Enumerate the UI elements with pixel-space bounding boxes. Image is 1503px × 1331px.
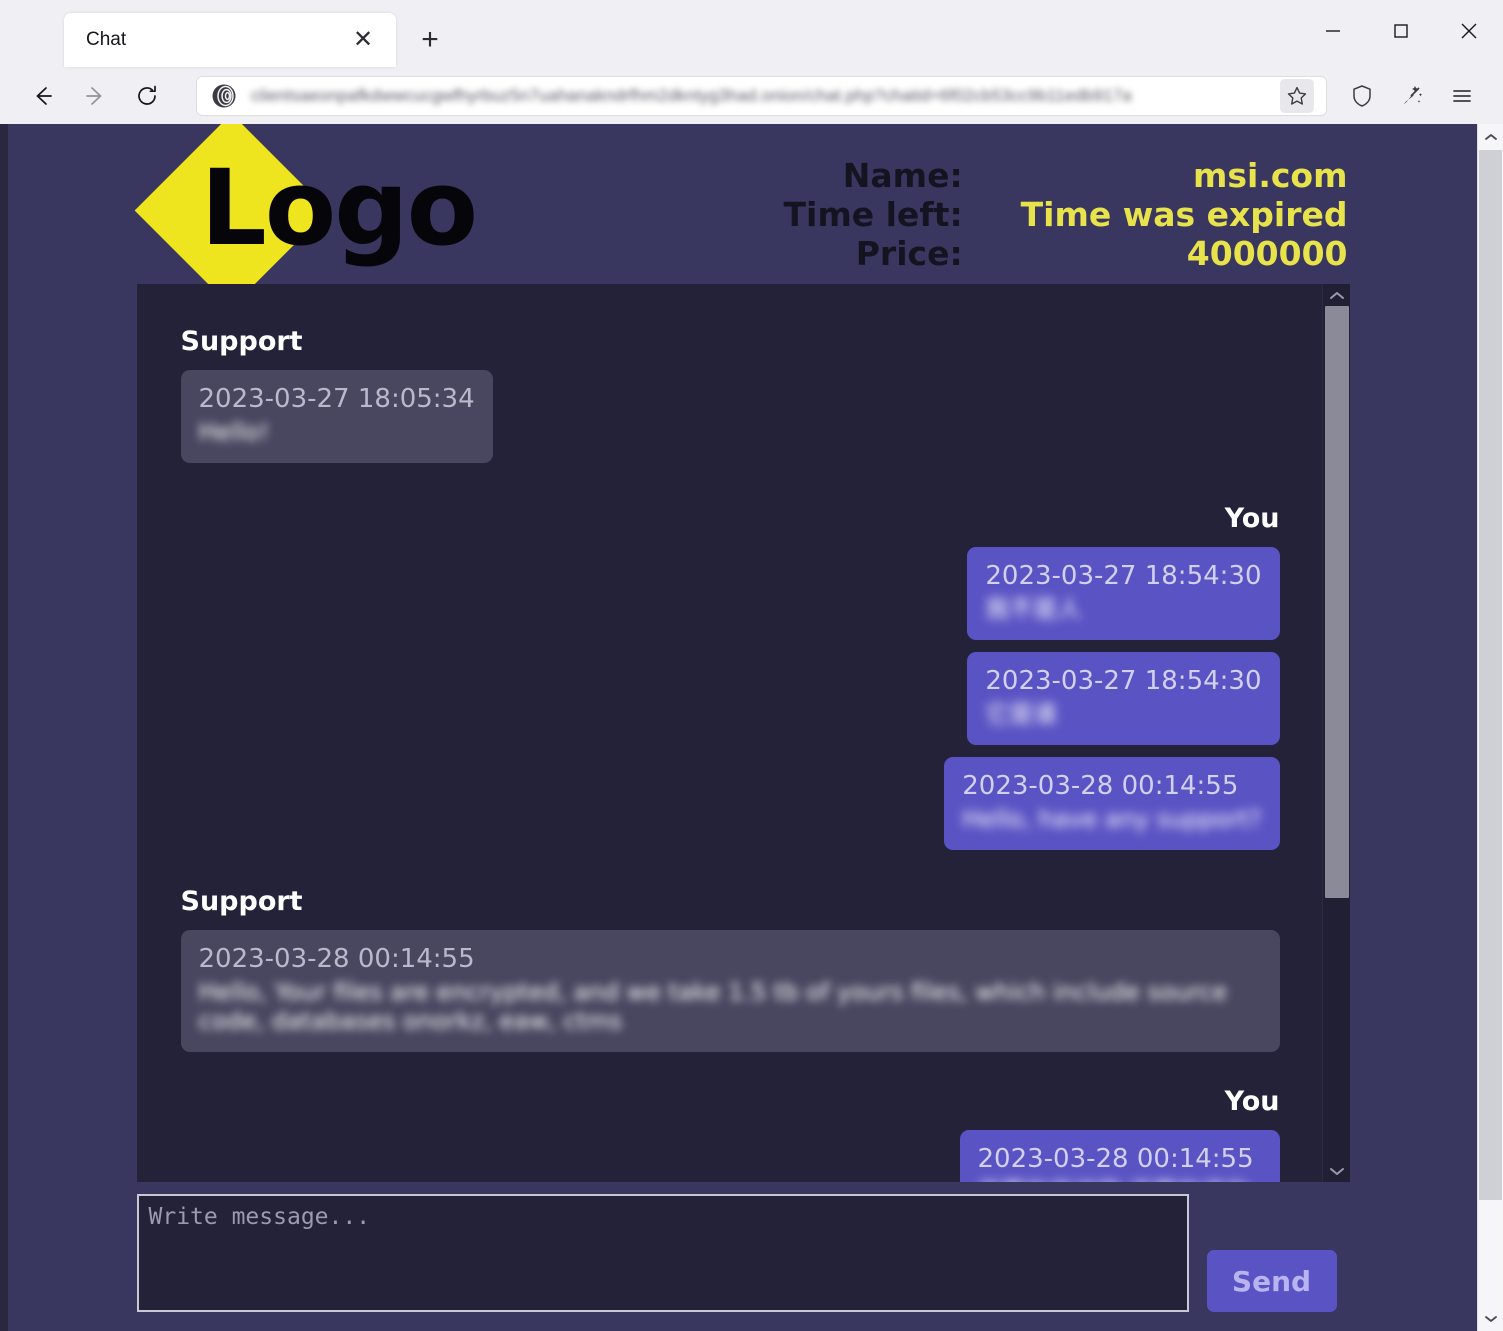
message-sender: Support xyxy=(180,326,303,357)
label-time-left: Time left: xyxy=(783,195,963,234)
back-button[interactable] xyxy=(22,75,64,117)
shield-icon[interactable] xyxy=(1339,74,1385,118)
value-time-left: Time was expired xyxy=(1020,195,1348,234)
message-timestamp: 2023-03-27 18:54:30 xyxy=(985,561,1262,591)
value-name: msi.com xyxy=(1193,156,1348,195)
message-sender: You xyxy=(1224,503,1280,534)
message-row: 2023-03-28 00:14:55 Hello, have any supp… xyxy=(181,757,1280,850)
page-scroll-down-icon[interactable] xyxy=(1478,1306,1503,1331)
close-window-icon[interactable] xyxy=(1435,0,1503,62)
forward-button[interactable] xyxy=(74,75,116,117)
value-price: 4000000 xyxy=(1186,234,1348,273)
window-controls xyxy=(1299,0,1503,62)
page-viewport: Logo Name: Time left: Price: msi.com Tim… xyxy=(0,124,1503,1331)
chat-box: Support 2023-03-27 18:05:34 Hello! You 2… xyxy=(136,284,1351,1182)
reload-button[interactable] xyxy=(126,75,168,117)
tab-chat[interactable]: Chat ✕ xyxy=(64,13,396,67)
site-logo: Logo xyxy=(134,124,478,308)
message-sender: Support xyxy=(180,886,303,917)
message-bubble: 2023-03-27 18:05:34 Hello! xyxy=(180,370,493,463)
maximize-icon[interactable] xyxy=(1367,0,1435,62)
minimize-icon[interactable] xyxy=(1299,0,1367,62)
send-button[interactable]: Send xyxy=(1206,1250,1337,1312)
message-timestamp: 2023-03-28 00:14:55 xyxy=(198,944,475,974)
message-bubble: 2023-03-28 00:14:55 Hello, have any supp… xyxy=(944,757,1280,850)
browser-navbar: clientsaeonpafkdwwcucgwfhyrbuz5n7uahanak… xyxy=(0,67,1503,124)
browser-chrome: Chat ✕ + clientsaeonpafkdwwcucgwfhyrbuz5… xyxy=(0,0,1503,124)
message-row: 2023-03-27 18:54:30 我不是人 xyxy=(181,547,1280,640)
message-timestamp: 2023-03-27 18:54:30 xyxy=(985,666,1262,696)
new-tab-button[interactable]: + xyxy=(408,18,452,62)
page-scrollbar[interactable] xyxy=(1477,124,1503,1331)
message-bubble: 2023-03-27 18:54:30 它是谁 xyxy=(967,652,1280,745)
message-bubble: 2023-03-27 18:54:30 我不是人 xyxy=(967,547,1280,640)
message-bubble: 2023-03-28 00:14:55 Hello, Your files ar… xyxy=(180,930,1280,1052)
message-text: 不要你发送我 不要你退你 不会是你 我不是人了 我不了解 就是 在么什么 是什么… xyxy=(978,1178,1262,1182)
close-tab-icon[interactable]: ✕ xyxy=(348,25,378,55)
label-price: Price: xyxy=(855,234,963,273)
label-name: Name: xyxy=(842,156,963,195)
message-input[interactable] xyxy=(136,1194,1189,1312)
url-bar[interactable]: clientsaeonpafkdwwcucgwfhyrbuz5n7uahanak… xyxy=(196,75,1327,116)
message-group-you: You 2023-03-27 18:54:30 我不是人 2023-03-27 … xyxy=(181,503,1280,850)
chat-scrollbar-thumb[interactable] xyxy=(1324,306,1349,898)
tab-title: Chat xyxy=(86,29,127,50)
site-header: Logo Name: Time left: Price: msi.com Tim… xyxy=(134,124,1350,308)
chat-scrollbar[interactable] xyxy=(1321,284,1351,1182)
message-group-support: Support 2023-03-28 00:14:55 Hello, Your … xyxy=(180,886,1280,1052)
victim-info-labels: Name: Time left: Price: xyxy=(784,156,963,273)
browser-titlebar: Chat ✕ + xyxy=(0,0,1503,67)
message-text: 它是谁 xyxy=(985,700,1058,728)
message-text: Hello, have any support? xyxy=(962,805,1262,833)
page-scrollbar-thumb[interactable] xyxy=(1479,150,1502,1200)
bookmark-star-icon[interactable] xyxy=(1280,78,1314,113)
chat-page: Logo Name: Time left: Price: msi.com Tim… xyxy=(8,124,1478,1331)
viewport-left-edge xyxy=(0,124,8,1331)
chat-message-list[interactable]: Support 2023-03-27 18:05:34 Hello! You 2… xyxy=(137,284,1322,1182)
victim-info-panel: Name: Time left: Price: msi.com Time was… xyxy=(784,134,1348,273)
hamburger-menu-icon[interactable] xyxy=(1439,74,1485,118)
message-timestamp: 2023-03-28 00:14:55 xyxy=(962,771,1239,801)
logo-text: Logo xyxy=(200,147,479,269)
message-composer: Send xyxy=(136,1194,1350,1312)
message-row: 2023-03-28 00:14:55 不要你发送我 不要你退你 不会是你 我不… xyxy=(181,1130,1280,1182)
tab-strip: Chat ✕ + xyxy=(0,0,452,67)
chat-scroll-down-icon[interactable] xyxy=(1323,1160,1351,1182)
message-group-support: Support 2023-03-27 18:05:34 Hello! xyxy=(180,326,1280,463)
message-timestamp: 2023-03-27 18:05:34 xyxy=(198,384,475,414)
page-scroll-up-icon[interactable] xyxy=(1478,124,1503,149)
url-text: clientsaeonpafkdwwcucgwfhyrbuz5n7uahanak… xyxy=(251,85,1132,105)
message-row: 2023-03-27 18:54:30 它是谁 xyxy=(181,652,1280,745)
message-text: 我不是人 xyxy=(985,595,1082,623)
new-identity-broom-icon[interactable] xyxy=(1389,74,1435,118)
message-bubble: 2023-03-28 00:14:55 不要你发送我 不要你退你 不会是你 我不… xyxy=(959,1130,1280,1182)
chat-scroll-up-icon[interactable] xyxy=(1323,284,1351,306)
message-sender: You xyxy=(1224,1086,1280,1117)
message-text: Hello! xyxy=(198,418,269,446)
message-timestamp: 2023-03-28 00:14:55 xyxy=(977,1144,1254,1174)
tor-onion-icon xyxy=(212,84,236,107)
message-text: Hello, Your files are encrypted, and we … xyxy=(198,978,1228,1035)
message-group-you: You 2023-03-28 00:14:55 不要你发送我 不要你退你 不会是… xyxy=(181,1086,1280,1182)
victim-info-values: msi.com Time was expired 4000000 xyxy=(1021,156,1348,273)
